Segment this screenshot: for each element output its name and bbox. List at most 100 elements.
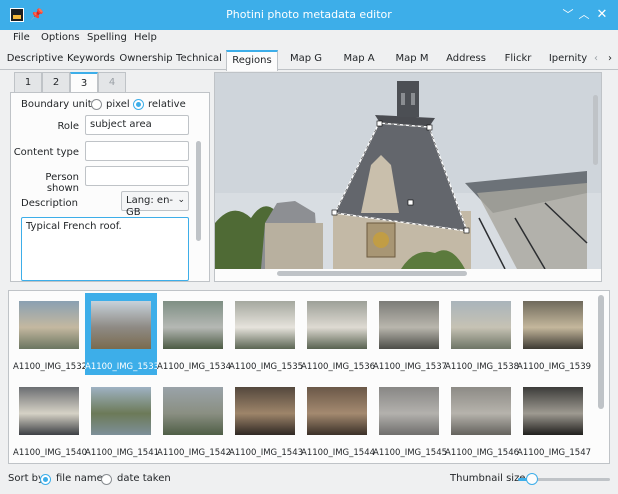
form-scrollbar[interactable] bbox=[196, 141, 201, 241]
pixel-label: pixel bbox=[106, 99, 130, 110]
thumbnail-caption: A1100_IMG_1538 bbox=[445, 362, 520, 372]
thumbnail-caption: A1100_IMG_1540 bbox=[13, 448, 88, 458]
thumbnail-image bbox=[307, 387, 367, 435]
relative-radio[interactable] bbox=[133, 99, 144, 110]
thumbnail-image bbox=[523, 301, 583, 349]
tab-ownership[interactable]: Ownership bbox=[118, 50, 174, 70]
image-viewer[interactable] bbox=[214, 72, 602, 282]
content-type-field[interactable] bbox=[85, 141, 189, 161]
thumbnail-caption: A1100_IMG_1541 bbox=[85, 448, 160, 458]
language-select[interactable]: Lang: en-GB ⌄ bbox=[121, 191, 189, 218]
tab-keywords[interactable]: Keywords bbox=[64, 50, 118, 70]
menu-bar: File Options Spelling Help bbox=[0, 30, 618, 48]
role-field[interactable]: subject area bbox=[85, 115, 189, 135]
thumbnail-image bbox=[379, 387, 439, 435]
role-label: Role bbox=[57, 121, 79, 132]
thumbnail-image bbox=[451, 301, 511, 349]
tab-scroll-left-icon[interactable]: ‹ bbox=[590, 50, 602, 70]
thumbnail-image bbox=[91, 301, 151, 349]
tab-map-a[interactable]: Map A bbox=[334, 50, 384, 70]
thumbnail-caption: A1100_IMG_1532 bbox=[13, 362, 88, 372]
tab-flickr[interactable]: Flickr bbox=[494, 50, 542, 70]
thumbnail-caption: A1100_IMG_1544 bbox=[301, 448, 376, 458]
menu-spelling[interactable]: Spelling bbox=[87, 32, 127, 43]
close-icon[interactable]: ✕ bbox=[594, 7, 610, 23]
thumbnail-size-handle[interactable] bbox=[525, 473, 538, 485]
thumbnail-caption: A1100_IMG_1536 bbox=[301, 362, 376, 372]
menu-file[interactable]: File bbox=[13, 32, 30, 43]
menu-help[interactable]: Help bbox=[134, 32, 157, 43]
thumbnail-caption: A1100_IMG_1542 bbox=[157, 448, 232, 458]
thumbnail-image bbox=[163, 387, 223, 435]
thumbnail-item[interactable]: A1100_IMG_1539 bbox=[517, 293, 592, 375]
menu-options[interactable]: Options bbox=[41, 32, 80, 43]
thumbnail-caption: A1100_IMG_1545 bbox=[373, 448, 448, 458]
thumbnail-item[interactable]: A1100_IMG_1532 bbox=[13, 293, 88, 375]
tab-descriptive[interactable]: Descriptive bbox=[6, 50, 64, 70]
thumbnail-item[interactable]: A1100_IMG_1545 bbox=[373, 379, 448, 461]
thumbnail-caption: A1100_IMG_1535 bbox=[229, 362, 304, 372]
thumbnail-size-slider[interactable] bbox=[518, 473, 610, 485]
thumbnail-item[interactable]: A1100_IMG_1547 bbox=[517, 379, 591, 461]
thumbnail-item[interactable]: A1100_IMG_1544 bbox=[301, 379, 376, 461]
thumbnail-item[interactable]: A1100_IMG_1533 bbox=[85, 293, 160, 375]
tab-ipernity[interactable]: Ipernity bbox=[546, 50, 590, 70]
bottom-bar: Sort by file name date taken Thumbnail s… bbox=[0, 466, 618, 494]
thumbnail-caption: A1100_IMG_1543 bbox=[229, 448, 304, 458]
thumbnail-image bbox=[379, 301, 439, 349]
pixel-radio[interactable] bbox=[91, 99, 102, 110]
maximize-icon[interactable]: ︿ bbox=[576, 7, 592, 23]
thumbnail-image bbox=[19, 387, 79, 435]
thumbnail-caption: A1100_IMG_1533 bbox=[85, 362, 160, 372]
tab-technical[interactable]: Technical bbox=[174, 50, 224, 70]
relative-label: relative bbox=[148, 99, 186, 110]
person-shown-label: Person shown bbox=[45, 172, 79, 194]
thumbnail-grid: A1100_IMG_1532 A1100_IMG_1533 A1100_IMG_15… bbox=[8, 290, 610, 464]
region-editor: 1 2 3 4 Boundary unit pixel relative Rol… bbox=[10, 72, 210, 282]
region-tab-2[interactable]: 2 bbox=[42, 72, 70, 92]
thumbnail-caption: A1100_IMG_1546 bbox=[445, 448, 520, 458]
thumbnail-image bbox=[91, 387, 151, 435]
thumbnail-image bbox=[451, 387, 511, 435]
region-tab-1[interactable]: 1 bbox=[14, 72, 42, 92]
thumbnail-item[interactable]: A1100_IMG_1541 bbox=[85, 379, 160, 461]
description-label: Description bbox=[21, 198, 78, 209]
sort-file-name-radio[interactable] bbox=[40, 474, 51, 485]
thumbnail-item[interactable]: A1100_IMG_1542 bbox=[157, 379, 232, 461]
image-vscrollbar[interactable] bbox=[593, 95, 598, 165]
tab-address[interactable]: Address bbox=[440, 50, 492, 70]
thumbnail-image bbox=[235, 301, 295, 349]
thumbnail-item[interactable]: A1100_IMG_1534 bbox=[157, 293, 232, 375]
region-form: Boundary unit pixel relative Role subjec… bbox=[10, 92, 210, 282]
thumbnail-item[interactable]: A1100_IMG_1538 bbox=[445, 293, 520, 375]
thumbnail-item[interactable]: A1100_IMG_1546 bbox=[445, 379, 520, 461]
thumbnail-item[interactable]: A1100_IMG_1535 bbox=[229, 293, 304, 375]
thumbnail-image bbox=[163, 301, 223, 349]
language-label: Lang: en-GB bbox=[126, 195, 174, 218]
person-shown-field[interactable] bbox=[85, 166, 189, 186]
region-image bbox=[215, 73, 601, 269]
minimize-icon[interactable]: ﹀ bbox=[560, 7, 576, 23]
sort-date-taken-radio[interactable] bbox=[101, 474, 112, 485]
image-hscrollbar[interactable] bbox=[277, 271, 467, 276]
thumbnail-scrollbar[interactable] bbox=[598, 295, 604, 409]
thumbnail-image bbox=[307, 301, 367, 349]
thumbnail-caption: A1100_IMG_1534 bbox=[157, 362, 232, 372]
title-bar[interactable]: 📌 Photini photo metadata editor ﹀ ︿ ✕ bbox=[0, 0, 618, 30]
tab-scroll-right-icon[interactable]: › bbox=[604, 50, 616, 70]
thumbnail-caption: A1100_IMG_1539 bbox=[517, 362, 592, 372]
tab-regions[interactable]: Regions bbox=[226, 50, 278, 71]
thumbnail-image bbox=[523, 387, 583, 435]
region-tab-3[interactable]: 3 bbox=[70, 72, 98, 92]
description-textarea[interactable]: Typical French roof. bbox=[21, 217, 189, 281]
tab-map-g[interactable]: Map G bbox=[280, 50, 332, 70]
region-tab-4[interactable]: 4 bbox=[98, 72, 126, 92]
thumbnail-item[interactable]: A1100_IMG_1540 bbox=[13, 379, 88, 461]
thumbnail-caption: A1100_IMG_1537 bbox=[373, 362, 448, 372]
tab-map-m[interactable]: Map M bbox=[386, 50, 438, 70]
thumbnail-item[interactable]: A1100_IMG_1543 bbox=[229, 379, 304, 461]
thumbnail-item[interactable]: A1100_IMG_1537 bbox=[373, 293, 448, 375]
thumbnail-item[interactable]: A1100_IMG_1536 bbox=[301, 293, 376, 375]
chevron-down-icon: ⌄ bbox=[177, 195, 185, 205]
thumbnail-image bbox=[235, 387, 295, 435]
